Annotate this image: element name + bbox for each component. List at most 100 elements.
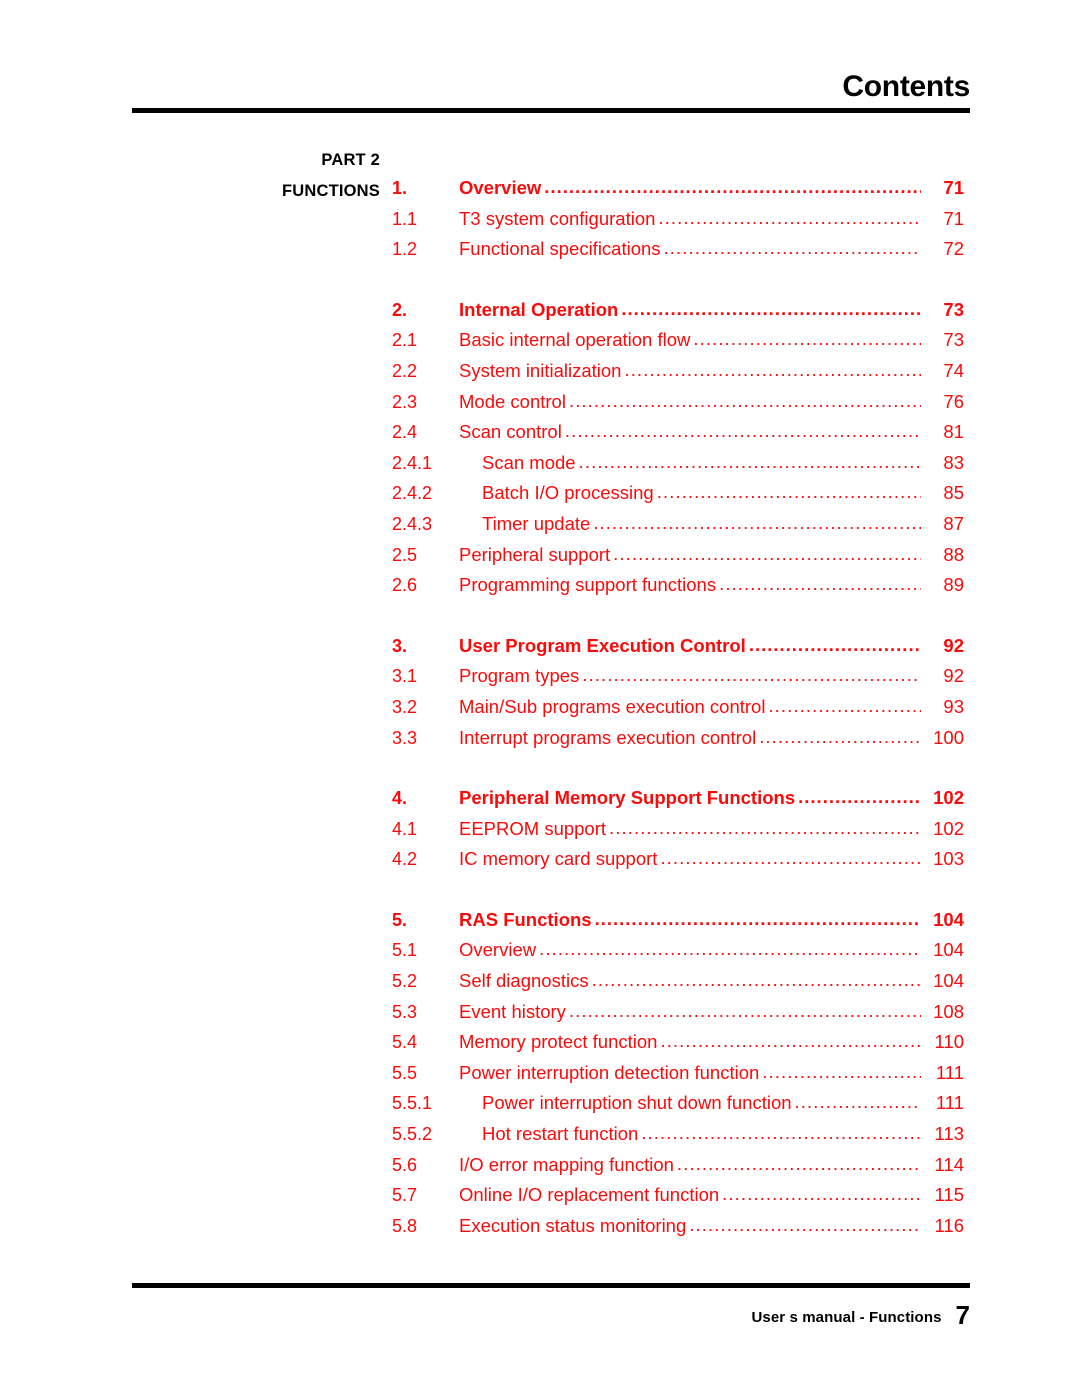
toc-entry-number: 2.4.2 bbox=[392, 483, 433, 504]
toc-entry[interactable]: 2.3 Mode control.........................… bbox=[392, 390, 964, 422]
toc-entry-page-number: 85 bbox=[943, 482, 964, 504]
toc-entry[interactable]: 1.1 T3 system configuration..............… bbox=[392, 207, 964, 239]
toc-entry-number: 2.4.1 bbox=[392, 452, 433, 473]
toc-entry[interactable]: 5. RAS Functions.........................… bbox=[392, 908, 964, 940]
toc-entry-title: Memory protect function bbox=[459, 1031, 658, 1053]
toc-entry-title: Scan control bbox=[459, 421, 562, 443]
toc-entry[interactable]: 2.4.3 Timer update.......................… bbox=[392, 512, 964, 544]
toc-dot-leader: ........................................… bbox=[794, 1091, 921, 1113]
toc-entry[interactable]: 2.5 Peripheral support...................… bbox=[392, 542, 964, 575]
toc-group: 1. Overview..............................… bbox=[392, 176, 964, 269]
toc-entry-page-number: 111 bbox=[935, 1061, 964, 1083]
toc-entry-page-number: 114 bbox=[934, 1153, 965, 1175]
toc-entry[interactable]: 5.2 Self diagnostics.....................… bbox=[392, 969, 964, 1001]
toc-entry-number: 5. bbox=[392, 909, 408, 930]
toc-dot-leader: ........................................… bbox=[663, 237, 921, 259]
toc-entry-title: Peripheral support bbox=[459, 543, 611, 565]
toc-entry[interactable]: 5.5.1 Power interruption shut down functi… bbox=[392, 1091, 964, 1123]
toc-entry-page-number: 89 bbox=[943, 574, 964, 596]
toc-entry[interactable]: 2.6 Programming support functions........… bbox=[392, 573, 964, 605]
toc-entry-title: Hot restart function bbox=[482, 1123, 639, 1145]
toc-entry[interactable]: 5.5.2 Hot restart function...............… bbox=[392, 1122, 965, 1154]
toc-entry-number: 5.8 bbox=[392, 1215, 418, 1236]
toc-entry[interactable]: 3. User Program Execution Control........… bbox=[392, 633, 964, 666]
toc-entry-number: 5.2 bbox=[392, 971, 418, 992]
toc-dot-leader: ........................................… bbox=[641, 1122, 921, 1144]
toc-entry[interactable]: 2.1 Basic internal operation flow........… bbox=[392, 328, 964, 360]
toc-entry-title: Main/Sub programs execution control bbox=[459, 695, 766, 717]
part-name-label: FUNCTIONS bbox=[281, 181, 380, 200]
toc-entry[interactable]: 3.3 Interrupt programs execution control.… bbox=[392, 726, 964, 758]
toc-dot-leader: ........................................… bbox=[656, 481, 921, 503]
toc-dot-leader: ........................................… bbox=[762, 1060, 921, 1082]
toc-entry-page-number: 87 bbox=[943, 512, 964, 534]
toc-entry[interactable]: 4. Peripheral Memory Support Functions...… bbox=[392, 786, 964, 818]
toc-entry-number: 4.2 bbox=[392, 849, 418, 870]
footer-content: User s manual - Functions 7 bbox=[132, 1288, 970, 1330]
toc-entry-page-number: 116 bbox=[934, 1214, 965, 1236]
page-title: Contents bbox=[842, 70, 970, 103]
toc-entry-title: Programming support functions bbox=[459, 574, 717, 596]
toc-entry-page-number: 71 bbox=[943, 207, 964, 229]
toc-entry[interactable]: 3.1 Program types........................… bbox=[392, 664, 964, 696]
toc-entry-page-number: 113 bbox=[934, 1123, 965, 1145]
toc-entry-title: User Program Execution Control bbox=[459, 634, 746, 656]
toc-entry-page-number: 81 bbox=[943, 421, 964, 443]
toc-entry[interactable]: 5.3 Event history........................… bbox=[392, 1000, 964, 1032]
toc-entry[interactable]: 4.2 IC memory card support...............… bbox=[392, 847, 964, 879]
toc-entry[interactable]: 3.2 Main/Sub programs execution control..… bbox=[392, 694, 964, 727]
toc-entry-page-number: 71 bbox=[943, 177, 964, 198]
footer-page-number: 7 bbox=[955, 1300, 970, 1330]
toc-entry[interactable]: 5.8 Execution status monitoring..........… bbox=[392, 1214, 965, 1246]
toc-entry[interactable]: 1. Overview..............................… bbox=[392, 176, 964, 208]
toc-entry[interactable]: 5.1 Overview.............................… bbox=[392, 938, 964, 970]
toc-entry-page-number: 110 bbox=[934, 1031, 965, 1053]
toc-entry-page-number: 102 bbox=[933, 787, 964, 809]
toc-dot-leader: ........................................… bbox=[582, 664, 921, 686]
toc-entry[interactable]: 5.7 Online I/O replacement function......… bbox=[392, 1183, 964, 1215]
toc-entry-title: Overview bbox=[459, 939, 537, 961]
toc-entry-page-number: 74 bbox=[943, 359, 964, 381]
toc-entry-page-number: 83 bbox=[943, 451, 964, 473]
toc-entry[interactable]: 1.2 Functional specifications............… bbox=[392, 237, 964, 269]
toc-entry-title: Interrupt programs execution control bbox=[459, 726, 757, 748]
toc-dot-leader: ........................................… bbox=[544, 176, 921, 197]
toc-entry[interactable]: 5.4 Memory protect function..............… bbox=[392, 1030, 965, 1062]
toc-dot-leader: ........................................… bbox=[591, 969, 921, 991]
toc-entry[interactable]: 2.2 System initialization................… bbox=[392, 359, 964, 391]
toc-entry-title: Program types bbox=[459, 665, 580, 687]
toc-entry[interactable]: 2.4.2 Batch I/O processing...............… bbox=[392, 481, 964, 513]
toc-dot-leader: ........................................… bbox=[609, 816, 921, 838]
toc-entry[interactable]: 2.4.1 Scan mode..........................… bbox=[392, 451, 964, 483]
toc-dot-leader: ........................................… bbox=[768, 694, 921, 716]
toc-entry-number: 1.2 bbox=[392, 239, 418, 260]
toc-dot-leader: ........................................… bbox=[722, 1183, 921, 1205]
toc-entry-title: Online I/O replacement function bbox=[459, 1184, 720, 1206]
table-of-contents: 1. Overview..............................… bbox=[392, 176, 965, 1246]
toc-entry[interactable]: 2. Internal Operation....................… bbox=[392, 297, 964, 330]
toc-entry-title: Self diagnostics bbox=[459, 970, 589, 992]
toc-entry-number: 1. bbox=[392, 178, 408, 198]
toc-entry[interactable]: 4.1 EEPROM support.......................… bbox=[392, 816, 964, 849]
toc-entry[interactable]: 5.5 Power interruption detection function… bbox=[392, 1060, 964, 1093]
toc-entry-title: T3 system configuration bbox=[459, 207, 656, 229]
toc-entry-number: 2.4.3 bbox=[392, 513, 433, 534]
toc-entry-page-number: 93 bbox=[943, 695, 964, 717]
toc-entry-number: 5.5.1 bbox=[392, 1093, 433, 1114]
toc-dot-leader: ........................................… bbox=[798, 786, 921, 808]
toc-group: 3. User Program Execution Control........… bbox=[392, 633, 964, 758]
toc-dot-leader: ........................................… bbox=[748, 633, 921, 655]
toc-entry-title: Batch I/O processing bbox=[482, 482, 654, 504]
toc-entry-number: 5.6 bbox=[392, 1154, 418, 1175]
toc-entry-number: 5.5 bbox=[392, 1062, 418, 1083]
toc-entry-number: 5.1 bbox=[392, 940, 418, 961]
toc-entry-number: 2.6 bbox=[392, 575, 418, 596]
toc-entry[interactable]: 5.6 I/O error mapping function...........… bbox=[392, 1153, 965, 1185]
toc-entry-title: I/O error mapping function bbox=[459, 1153, 674, 1175]
toc-dot-leader: ........................................… bbox=[621, 297, 921, 319]
toc-entry-title: Mode control bbox=[459, 390, 566, 412]
toc-entry[interactable]: 2.4 Scan control.........................… bbox=[392, 420, 964, 452]
toc-dot-leader: ........................................… bbox=[613, 542, 921, 564]
toc-entry-page-number: 92 bbox=[943, 665, 964, 687]
toc-entry-page-number: 102 bbox=[933, 817, 964, 839]
